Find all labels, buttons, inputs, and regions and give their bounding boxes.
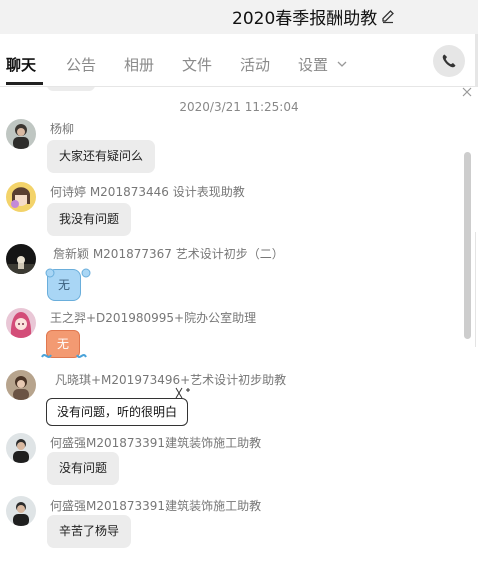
message-bubble: 没有问题，听的很明白: [46, 398, 189, 426]
previous-message-bubble: [47, 87, 95, 91]
wave-decoration-icon: [41, 354, 87, 358]
avatar[interactable]: [6, 182, 36, 212]
tab-activities[interactable]: 活动: [240, 54, 270, 75]
sender-name[interactable]: 詹新颖 M201877367 艺术设计初步（二）: [53, 245, 284, 262]
message-bubble: 辛苦了杨导: [47, 515, 132, 548]
sender-name[interactable]: 何盛强M201873391建筑装饰施工助教: [50, 434, 261, 451]
chevron-down-icon[interactable]: [336, 59, 348, 69]
avatar[interactable]: [6, 308, 36, 338]
close-icon[interactable]: [462, 87, 472, 97]
pencil-icon[interactable]: [380, 8, 396, 24]
active-tab-indicator: [6, 82, 43, 85]
chat-message: 詹新颖 M201877367 艺术设计初步（二） 无: [0, 244, 460, 306]
chat-message: 何诗婷 M201873446 设计表现助教 我没有问题: [0, 182, 460, 244]
bubble-ear-icon: [81, 268, 91, 278]
avatar[interactable]: [6, 119, 36, 149]
tab-album[interactable]: 相册: [124, 54, 154, 75]
avatar[interactable]: [6, 244, 36, 274]
tab-bar: 聊天 公告 相册 文件 活动 设置: [0, 34, 478, 87]
sender-name[interactable]: 凡晓琪+M201973496+艺术设计初步助教: [55, 371, 286, 388]
title-bar: 2020春季报酬助教: [0, 0, 478, 34]
scrollbar-thumb[interactable]: [464, 152, 471, 339]
chat-message: 何盛强M201873391建筑装饰施工助教 没有问题: [0, 433, 460, 495]
message-bubble: 没有问题: [47, 452, 120, 485]
avatar[interactable]: [6, 370, 36, 400]
chat-message: 王之羿+D201980995+院办公室助理 无: [0, 308, 460, 370]
sender-name[interactable]: 杨柳: [50, 120, 74, 137]
message-bubble: 大家还有疑问么: [47, 140, 156, 173]
message-bubble: 我没有问题: [47, 203, 132, 236]
chat-message: 何盛强M201873391建筑装饰施工助教 辛苦了杨导: [0, 496, 460, 558]
call-button[interactable]: [433, 45, 465, 77]
sparkle-icon: [175, 387, 190, 399]
avatar[interactable]: [6, 496, 36, 526]
tab-settings[interactable]: 设置: [298, 54, 328, 75]
panel-divider: [475, 232, 476, 347]
phone-icon: [442, 54, 456, 68]
chat-panel[interactable]: 2020/3/21 11:25:04 杨柳 大家还有疑问么 何诗婷 M20187…: [0, 87, 478, 561]
sender-name[interactable]: 何诗婷 M201873446 设计表现助教: [50, 183, 245, 200]
avatar[interactable]: [6, 433, 36, 463]
sender-name[interactable]: 王之羿+D201980995+院办公室助理: [50, 309, 256, 326]
group-title: 2020春季报酬助教: [232, 9, 378, 29]
bubble-ear-icon: [45, 268, 55, 278]
tab-announcements[interactable]: 公告: [66, 54, 96, 75]
message-timestamp: 2020/3/21 11:25:04: [179, 100, 299, 114]
sender-name[interactable]: 何盛强M201873391建筑装饰施工助教: [50, 497, 261, 514]
tab-chat[interactable]: 聊天: [6, 54, 36, 75]
chat-message: 凡晓琪+M201973496+艺术设计初步助教 没有问题，听的很明白: [0, 370, 460, 432]
tab-files[interactable]: 文件: [182, 54, 212, 75]
chat-message: 杨柳 大家还有疑问么: [0, 119, 460, 181]
